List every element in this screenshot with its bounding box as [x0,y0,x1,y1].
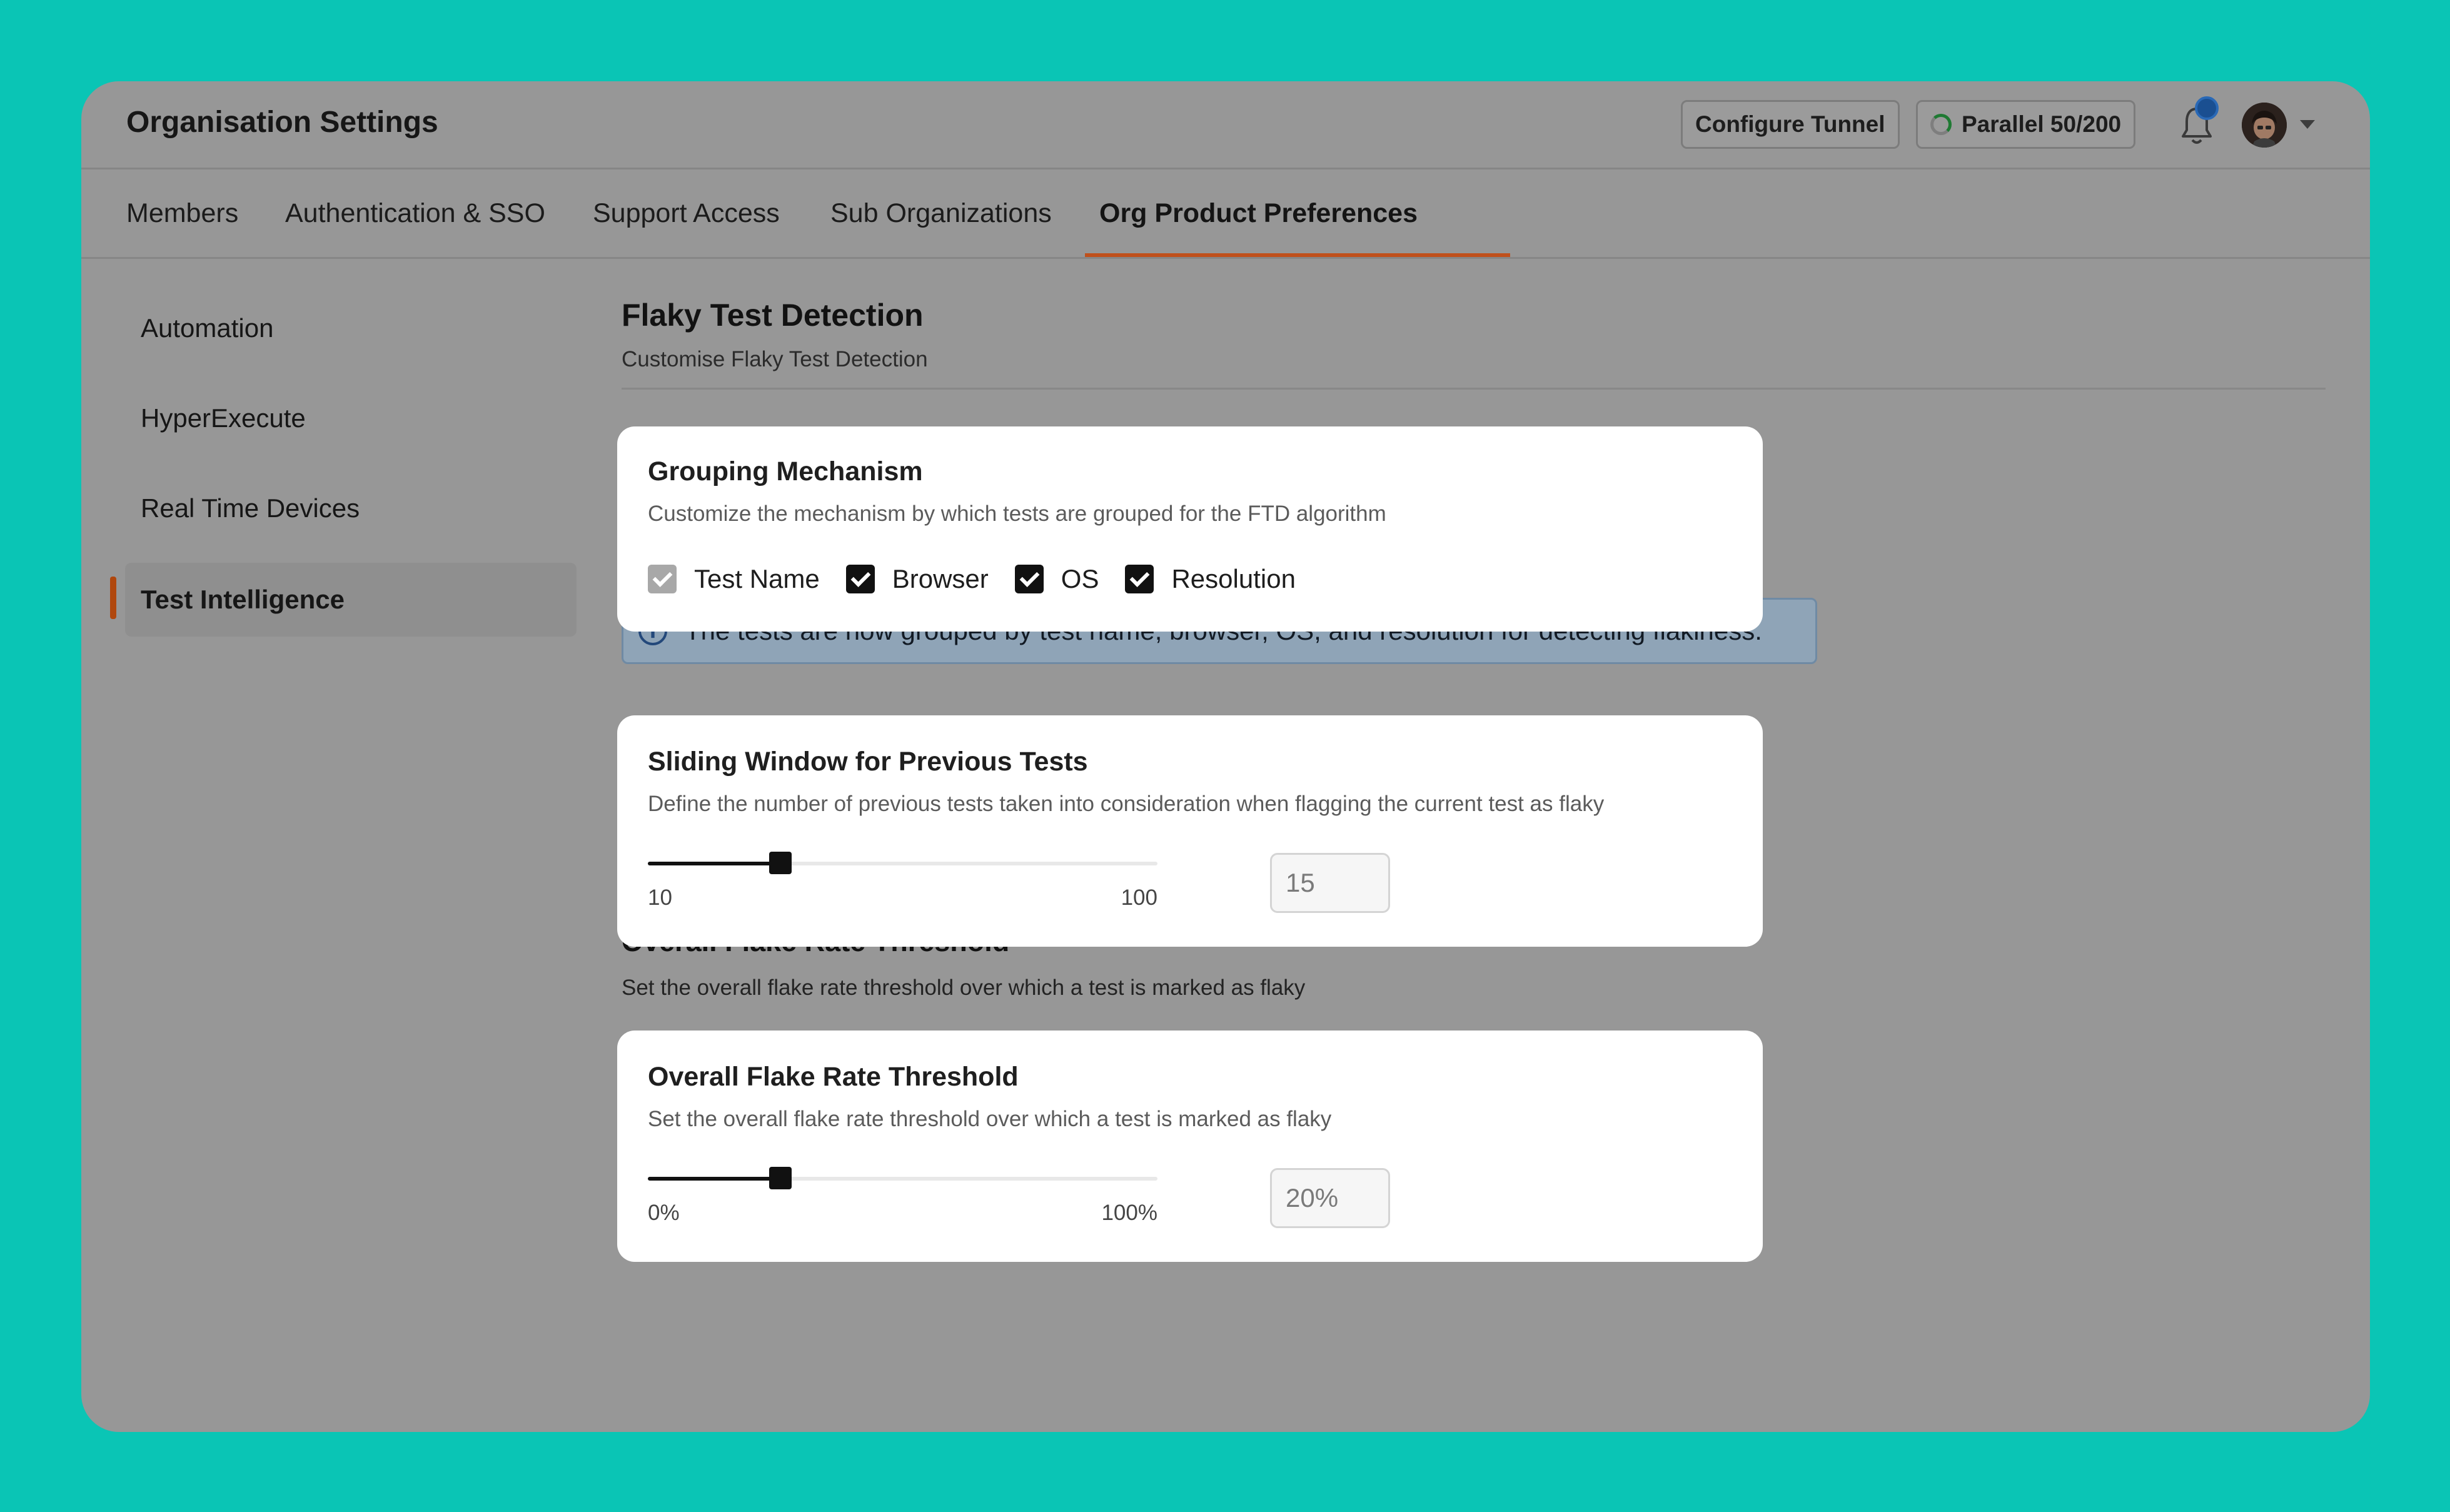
checkbox-checked-icon [648,565,677,593]
checkbox-label: OS [1061,564,1099,593]
section-divider [622,388,2326,390]
configure-tunnel-label: Configure Tunnel [1695,111,1885,137]
tab-org-product-preferences[interactable]: Org Product Preferences [1099,169,1418,257]
checkbox-label: Test Name [694,564,820,593]
sidebar-item-real-time-devices[interactable]: Real Time Devices [141,471,660,545]
slider-handle[interactable] [769,1167,792,1189]
checkbox-browser[interactable]: Browser [845,564,989,594]
grouping-mechanism-card: Grouping Mechanism Customize the mechani… [617,426,1763,632]
notification-dot-icon [2195,96,2219,120]
flake-rate-threshold-card: Overall Flake Rate Threshold Set the ove… [617,1031,1763,1262]
sidebar-item-label: Test Intelligence [141,585,345,614]
checkbox-os[interactable]: OS [1014,564,1099,594]
sidebar-item-label: Automation [141,313,274,343]
background-flake-subtitle: Set the overall flake rate threshold ove… [622,975,1306,1000]
app-window: Organisation Settings Configure Tunnel P… [81,81,2370,1432]
sliding-window-slider[interactable] [648,852,1157,877]
checkbox-checked-icon[interactable] [1014,565,1044,593]
section-subtitle: Customise Flaky Test Detection [622,347,928,371]
tab-members[interactable]: Members [126,169,238,257]
page-title: Organisation Settings [126,106,438,139]
checkbox-label: Resolution [1171,564,1296,593]
tab-support-access[interactable]: Support Access [593,169,780,257]
tab-sub-organizations[interactable]: Sub Organizations [830,169,1052,257]
progress-ring-icon [1930,114,1952,135]
user-avatar-icon [2242,103,2287,148]
sidebar-active-indicator [110,577,116,619]
chevron-down-icon[interactable] [2300,120,2315,129]
tab-authentication-sso[interactable]: Authentication & SSO [285,169,545,257]
configure-tunnel-button[interactable]: Configure Tunnel [1681,100,1900,149]
section-title: Flaky Test Detection [622,298,924,333]
checkbox-checked-icon[interactable] [845,565,875,593]
sliding-window-subtitle: Define the number of previous tests take… [648,792,1605,816]
parallel-label: Parallel 50/200 [1962,111,2122,137]
slider-max-label: 100% [1101,1201,1157,1225]
slider-handle[interactable] [769,852,792,874]
checkbox-checked-icon[interactable] [1125,565,1154,593]
sidebar-item-label: HyperExecute [141,403,306,433]
flake-threshold-input[interactable]: 20% [1270,1168,1390,1228]
flake-threshold-title: Overall Flake Rate Threshold [648,1062,1019,1092]
grouping-title: Grouping Mechanism [648,456,923,486]
active-tab-indicator [1085,253,1510,257]
checkbox-resolution[interactable]: Resolution [1125,564,1296,594]
slider-min-label: 10 [648,885,672,910]
sliding-window-input[interactable]: 15 [1270,853,1390,913]
checkbox-label: Browser [892,564,989,593]
sliding-window-card: Sliding Window for Previous Tests Define… [617,715,1763,947]
settings-tabs: Members Authentication & SSO Support Acc… [81,169,2370,259]
flake-threshold-slider[interactable] [648,1167,1157,1192]
sidebar-item-test-intelligence[interactable]: Test Intelligence [141,563,660,637]
slider-fill [648,862,780,865]
slider-max-label: 100 [1121,885,1157,910]
sidebar-item-hyperexecute[interactable]: HyperExecute [141,381,660,455]
grouping-subtitle: Customize the mechanism by which tests a… [648,501,1386,526]
top-bar: Organisation Settings Configure Tunnel P… [81,81,2370,169]
sidebar-item-automation[interactable]: Automation [141,291,660,365]
sidebar-item-label: Real Time Devices [141,493,360,523]
checkbox-test-name: Test Name [648,564,820,594]
parallel-status-button[interactable]: Parallel 50/200 [1916,100,2136,149]
grouping-options: Test Name Browser OS Resolution [648,564,1322,594]
avatar[interactable] [2242,103,2287,148]
slider-fill [648,1177,780,1181]
sliding-window-title: Sliding Window for Previous Tests [648,747,1088,777]
slider-min-label: 0% [648,1201,680,1225]
flake-threshold-subtitle: Set the overall flake rate threshold ove… [648,1107,1332,1131]
